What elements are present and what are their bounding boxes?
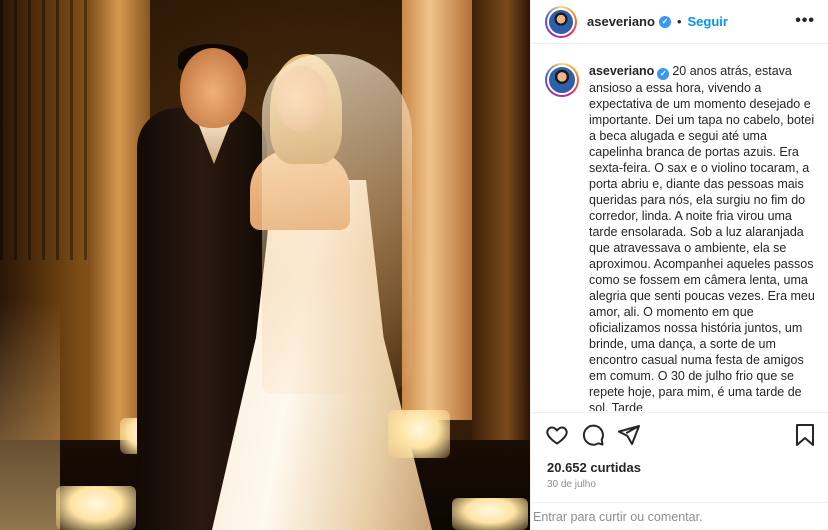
photo-lantern [388, 410, 450, 458]
photo-pillar [402, 0, 472, 420]
photo-veil [262, 54, 412, 394]
post-photo[interactable] [0, 0, 530, 530]
avatar-image [547, 7, 575, 36]
caption: aseveriano ✓ 20 anos atrás, estava ansioso… [589, 63, 819, 411]
separator-dot: • [676, 14, 682, 29]
photo-groom-face [180, 48, 246, 128]
bookmark-icon[interactable] [795, 423, 815, 447]
avatar-image [547, 65, 577, 95]
photo-lantern [56, 486, 136, 530]
caption-section[interactable]: aseveriano ✓ 20 anos atrás, estava ansioso… [531, 55, 828, 411]
avatar[interactable] [545, 63, 579, 97]
send-icon[interactable] [617, 423, 641, 447]
post-date[interactable]: 30 de julho [547, 479, 596, 490]
post-side-panel: aseveriano ✓ • Seguir ••• aseveriano ✓ 20 … [530, 0, 828, 530]
caption-username[interactable]: aseveriano [589, 64, 654, 78]
comment-icon[interactable] [581, 423, 605, 447]
verified-badge-icon: ✓ [658, 15, 671, 28]
action-bar [531, 412, 828, 456]
likes-count[interactable]: 20.652 curtidas [547, 460, 641, 475]
follow-button[interactable]: Seguir [688, 14, 728, 29]
photo-lantern [452, 498, 528, 530]
caption-text: 20 anos atrás, estava ansioso a essa hor… [589, 64, 815, 411]
comment-bar [531, 502, 828, 530]
more-options-icon[interactable]: ••• [795, 12, 815, 30]
post-header: aseveriano ✓ • Seguir ••• [531, 0, 828, 44]
heart-icon[interactable] [545, 423, 569, 447]
verified-badge-icon: ✓ [657, 68, 670, 80]
comment-input[interactable] [533, 509, 813, 524]
photo-glow [0, 300, 60, 530]
avatar[interactable] [545, 5, 577, 38]
username-link[interactable]: aseveriano [587, 14, 655, 29]
